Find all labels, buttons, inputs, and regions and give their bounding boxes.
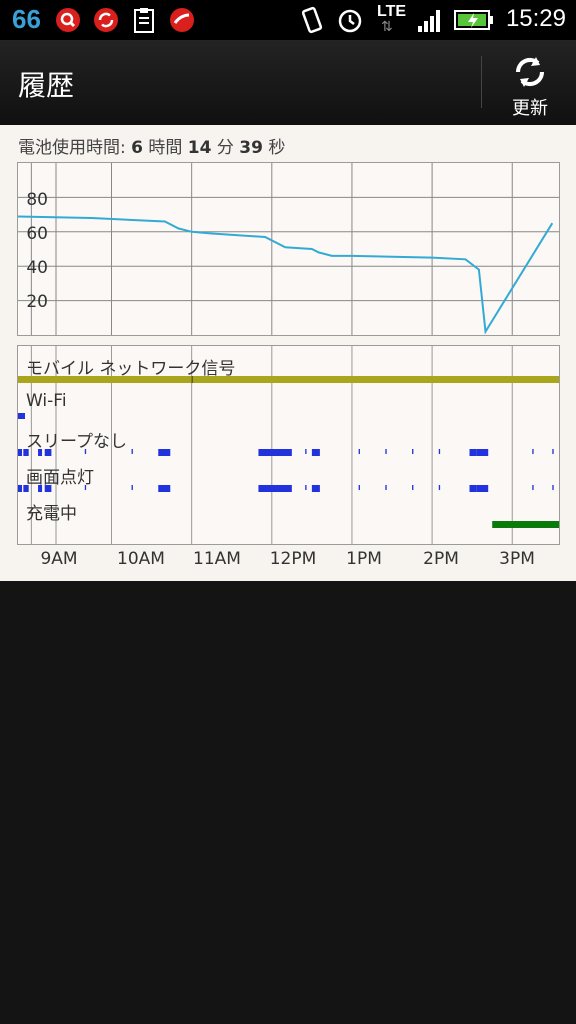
clipboard-icon [134, 8, 154, 33]
battery-level-line [11, 215, 554, 335]
battery-usage-time: 電池使用時間: 6 時間 14 分 39 秒 [18, 133, 285, 158]
screen-on-segment [158, 485, 171, 492]
awake-segment [258, 449, 292, 456]
signal-icon [418, 10, 440, 32]
awake-segment [532, 449, 534, 454]
awake-segment [358, 449, 360, 454]
awake-segment [18, 449, 23, 456]
vibrate-icon [301, 6, 323, 34]
awake-segment [311, 449, 320, 456]
usage-hours: 6 [131, 138, 143, 158]
screen-on-segment [532, 485, 534, 490]
usage-seconds-unit: 秒 [262, 138, 286, 158]
row-label-charging: 充電中 [26, 504, 77, 524]
screen-on-segment [476, 485, 489, 492]
row-label-awake: スリープなし [26, 432, 127, 452]
awake-segment [131, 449, 133, 454]
clock: 15:29 [505, 5, 566, 32]
refresh-label: 更新 [512, 98, 548, 119]
sync-icon [94, 8, 118, 32]
screen-on-segment [552, 485, 554, 490]
usage-hours-unit: 時間 [142, 138, 188, 158]
y-tick-label: 60 [26, 224, 48, 244]
row-label-wifi: Wi-Fi [26, 391, 67, 411]
status-bar: 66 LTE ⇅ 15:29 [0, 0, 576, 40]
battery-chart: 80 60 40 20 [11, 162, 560, 336]
awake-segment [158, 449, 171, 456]
wifi-segment [18, 413, 25, 419]
x-tick-label: 1PM [346, 549, 382, 569]
x-tick-label: 12PM [269, 549, 317, 569]
screen-on-segment [385, 485, 387, 490]
charging-bar [492, 521, 559, 528]
data-arrows-icon: ⇅ [381, 19, 393, 35]
usage-prefix: 電池使用時間: [18, 138, 132, 158]
activity-chart: モバイル ネットワーク信号 Wi-Fi スリープなし 画面点灯 充電中 [17, 345, 560, 545]
awake-segment [412, 449, 414, 454]
awake-segment [476, 449, 489, 456]
refresh-button[interactable]: 更新 [490, 48, 570, 120]
trend-micro-icon [170, 8, 194, 32]
screen-on-segment [311, 485, 320, 492]
awake-segment [438, 449, 441, 454]
usage-minutes: 14 [187, 138, 212, 158]
action-divider [481, 56, 482, 108]
y-tick-label: 40 [26, 258, 48, 278]
screen-on-segment [469, 485, 477, 492]
screen-on-segment [358, 485, 360, 490]
row-label-mobile-network: モバイル ネットワーク信号 [26, 359, 236, 379]
awake-segment [552, 449, 554, 454]
notification-count: 66 [12, 4, 41, 34]
battery-chart-plot [11, 163, 559, 335]
page-title: 履歴 [18, 69, 75, 102]
y-tick-label: 80 [26, 190, 48, 210]
x-tick-label: 2PM [423, 549, 459, 569]
battery-charging-icon [454, 10, 493, 30]
screen-on-segment [18, 485, 23, 492]
usage-minutes-unit: 分 [211, 138, 240, 158]
awake-segment [469, 449, 477, 456]
awake-segment [385, 449, 387, 454]
screen-on-segment [131, 485, 133, 490]
screen-on-segment [412, 485, 414, 490]
search-app-icon [56, 8, 80, 32]
history-content: 電池使用時間: 6 時間 14 分 39 秒 80 60 40 20 モバイル … [0, 125, 576, 581]
usage-seconds: 39 [239, 138, 263, 158]
x-tick-label: 11AM [193, 549, 241, 569]
x-tick-label: 10AM [117, 549, 165, 569]
x-tick-label: 3PM [499, 549, 535, 569]
screen-on-segment [438, 485, 441, 490]
y-tick-label: 20 [26, 292, 48, 312]
screen-on-segment [305, 485, 307, 490]
refresh-icon [515, 57, 545, 87]
row-label-screen-on: 画面点灯 [26, 468, 94, 488]
screen-on-segment [258, 485, 292, 492]
action-bar: 履歴 更新 [0, 40, 576, 125]
awake-segment [305, 449, 307, 454]
alarm-icon [338, 9, 362, 33]
x-tick-label: 9AM [40, 549, 78, 569]
